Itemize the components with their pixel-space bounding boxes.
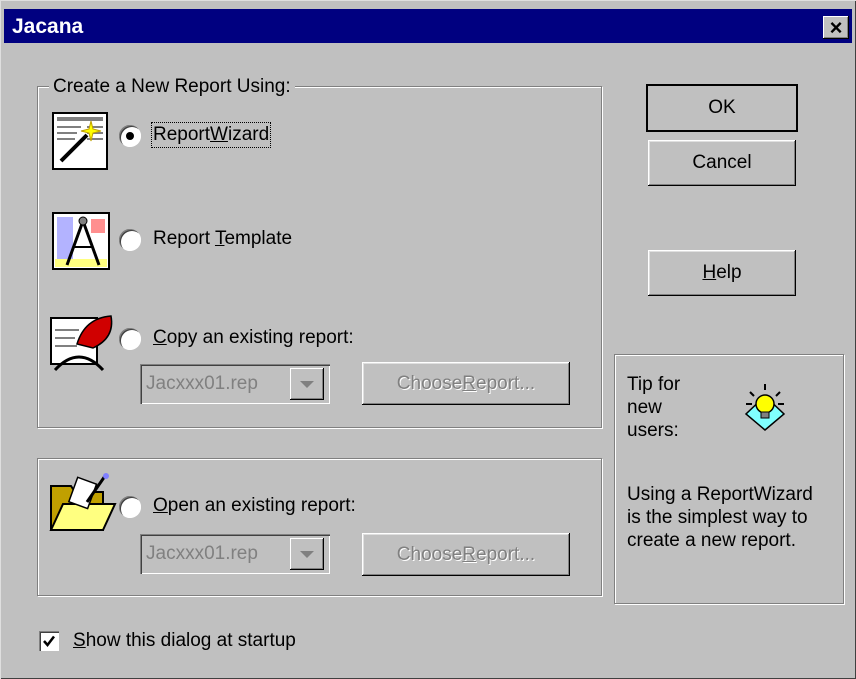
open-folder-icon bbox=[47, 472, 119, 536]
close-button[interactable]: × bbox=[823, 16, 849, 39]
close-icon: × bbox=[829, 14, 843, 40]
open-report-combo[interactable]: Jacxxx01.rep bbox=[140, 534, 330, 574]
copy-report-label[interactable]: Copy an existing report: bbox=[153, 327, 354, 349]
open-report-radio[interactable] bbox=[119, 496, 141, 518]
create-report-legend: Create a New Report Using: bbox=[49, 76, 295, 98]
tip-body: Using a ReportWizard is the simplest way… bbox=[627, 484, 813, 551]
chevron-down-icon bbox=[300, 550, 314, 558]
tip-heading: Tip for new users: bbox=[627, 374, 681, 441]
copy-report-combo-value: Jacxxx01.rep bbox=[146, 373, 258, 394]
chevron-down-icon bbox=[300, 380, 314, 388]
report-wizard-label[interactable]: ReportWizard bbox=[150, 122, 272, 148]
report-template-icon bbox=[51, 209, 113, 273]
title-bar[interactable] bbox=[4, 9, 852, 43]
open-report-label[interactable]: Open an existing report: bbox=[153, 495, 356, 517]
open-report-combo-value: Jacxxx01.rep bbox=[146, 543, 258, 564]
report-wizard-icon bbox=[51, 111, 111, 173]
checkmark-icon bbox=[43, 635, 55, 647]
window-title: Jacana bbox=[12, 15, 84, 38]
copy-report-radio[interactable] bbox=[119, 328, 141, 350]
help-button[interactable]: Help bbox=[648, 250, 796, 296]
show-at-startup-checkbox[interactable] bbox=[39, 631, 59, 651]
show-at-startup-label[interactable]: Show this dialog at startup bbox=[73, 630, 296, 652]
report-template-label[interactable]: Report Template bbox=[153, 228, 292, 250]
copy-choose-report-button[interactable]: Choose Report... bbox=[362, 362, 570, 405]
report-template-radio[interactable] bbox=[119, 229, 141, 251]
report-wizard-radio[interactable] bbox=[119, 125, 141, 147]
radio-selected-dot bbox=[126, 132, 134, 140]
open-report-dropdown-button[interactable] bbox=[290, 538, 324, 570]
copy-report-dropdown-button[interactable] bbox=[290, 368, 324, 400]
cancel-button[interactable]: Cancel bbox=[648, 140, 796, 186]
open-choose-report-button[interactable]: Choose Report... bbox=[362, 533, 570, 576]
copy-report-combo[interactable]: Jacxxx01.rep bbox=[140, 364, 330, 404]
lightbulb-icon bbox=[742, 382, 788, 432]
copy-report-icon bbox=[49, 310, 119, 374]
ok-button[interactable]: OK bbox=[646, 84, 798, 132]
